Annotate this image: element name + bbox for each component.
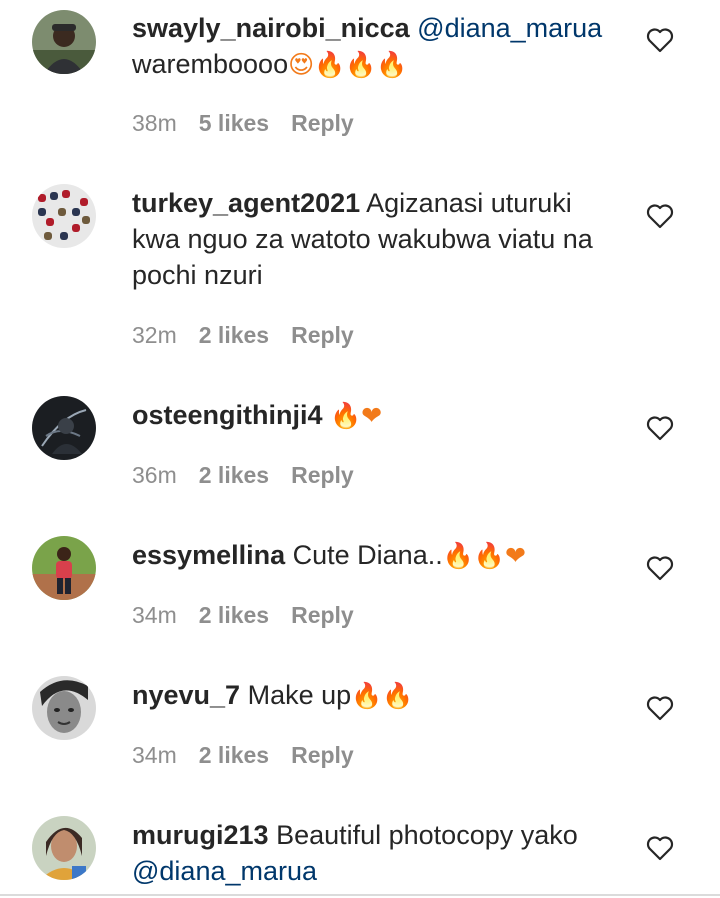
comment-likes[interactable]: 5 likes	[199, 108, 269, 138]
bottom-divider	[0, 894, 720, 896]
comment-text: turkey_agent2021 Agizanasi uturuki kwa n…	[132, 185, 622, 293]
comment-time: 32m	[132, 322, 177, 348]
comment-emojis: 🔥🔥❤	[442, 541, 526, 570]
comment-likes[interactable]: 2 likes	[199, 740, 269, 770]
comment-message: Beautiful photocopy yako	[276, 820, 578, 850]
like-heart-icon[interactable]	[646, 695, 674, 721]
comment-message: waremboooo	[132, 49, 289, 79]
comment-meta: 34m 2 likes Reply	[132, 600, 376, 630]
user-avatar[interactable]	[32, 676, 96, 740]
comment-mention[interactable]: @diana_marua	[417, 13, 602, 43]
user-avatar[interactable]	[32, 396, 96, 460]
reply-button[interactable]: Reply	[291, 320, 354, 350]
comment-text: essymellina Cute Diana..🔥🔥❤	[132, 537, 622, 574]
comment-emojis: 🔥❤	[330, 401, 383, 430]
comment-username[interactable]: turkey_agent2021	[132, 188, 360, 218]
reply-button[interactable]: Reply	[291, 460, 354, 490]
comment-message: Cute Diana..	[292, 540, 443, 570]
like-heart-icon[interactable]	[646, 555, 674, 581]
comment-meta: 34m 2 likes Reply	[132, 740, 376, 770]
reply-button[interactable]: Reply	[291, 108, 354, 138]
comment-time: 36m	[132, 462, 177, 488]
comment-username[interactable]: murugi213	[132, 820, 269, 850]
user-avatar[interactable]	[32, 816, 96, 880]
like-heart-icon[interactable]	[646, 415, 674, 441]
comment-message: Make up	[247, 680, 352, 710]
reply-button[interactable]: Reply	[291, 740, 354, 770]
like-heart-icon[interactable]	[646, 835, 674, 861]
comment-text: swayly_nairobi_nicca @diana_marua waremb…	[132, 10, 622, 83]
comment-text: nyevu_7 Make up🔥🔥	[132, 677, 622, 714]
comment-username[interactable]: osteengithinji4	[132, 400, 323, 430]
comment-text: osteengithinji4 🔥❤	[132, 397, 622, 434]
comment-username[interactable]: swayly_nairobi_nicca	[132, 13, 410, 43]
comment-mention[interactable]: @diana_marua	[132, 856, 317, 886]
comment-time: 34m	[132, 742, 177, 768]
reply-button[interactable]: Reply	[291, 600, 354, 630]
user-avatar[interactable]	[32, 184, 96, 248]
comment-meta: 32m 2 likes Reply	[132, 320, 376, 350]
comment-username[interactable]: essymellina	[132, 540, 285, 570]
comment-text: murugi213 Beautiful photocopy yako @dian…	[132, 817, 622, 889]
comment-likes[interactable]: 2 likes	[199, 600, 269, 630]
like-heart-icon[interactable]	[646, 203, 674, 229]
comment-meta: 38m 5 likes Reply	[132, 108, 376, 138]
comment-emojis: 😍🔥🔥🔥	[288, 50, 408, 79]
comment-time: 38m	[132, 110, 177, 136]
comment-meta: 36m 2 likes Reply	[132, 460, 376, 490]
user-avatar[interactable]	[32, 10, 96, 74]
comment-time: 34m	[132, 602, 177, 628]
comment-likes[interactable]: 2 likes	[199, 460, 269, 490]
comment-emojis: 🔥🔥	[351, 681, 414, 710]
comment-likes[interactable]: 2 likes	[199, 320, 269, 350]
user-avatar[interactable]	[32, 536, 96, 600]
comment-username[interactable]: nyevu_7	[132, 680, 240, 710]
like-heart-icon[interactable]	[646, 27, 674, 53]
